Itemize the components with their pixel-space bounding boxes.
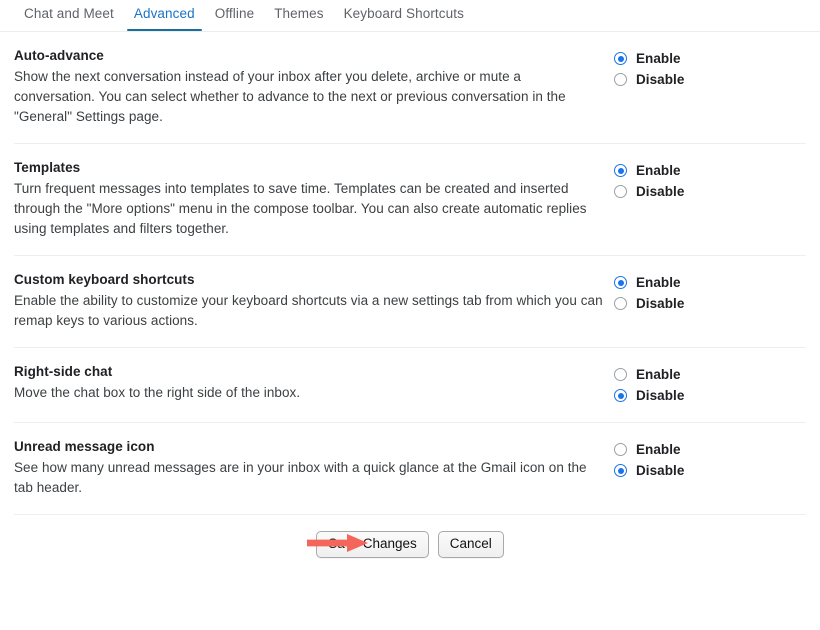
radio-unchecked-icon[interactable] [614,297,627,310]
settings-row-options: Enable Disable [614,438,806,481]
radio-option-custom-keyboard-shortcuts-disable[interactable]: Disable [614,293,806,314]
radio-unchecked-icon[interactable] [614,443,627,456]
settings-row-title: Templates [14,159,604,176]
radio-option-label: Enable [636,276,681,290]
radio-checked-icon[interactable] [614,276,627,289]
radio-option-unread-message-icon-enable[interactable]: Enable [614,439,806,460]
radio-option-right-side-chat-enable[interactable]: Enable [614,364,806,385]
settings-row-unread-message-icon: Unread message icon See how many unread m… [14,423,806,515]
radio-checked-icon[interactable] [614,389,627,402]
radio-option-unread-message-icon-disable[interactable]: Disable [614,460,806,481]
radio-option-label: Enable [636,52,681,66]
right-arrow-annotation-icon [307,533,369,553]
radio-option-label: Enable [636,368,681,382]
tab-themes[interactable]: Themes [264,0,333,32]
settings-row-text: Templates Turn frequent messages into tem… [14,159,614,239]
settings-row-options: Enable Disable [614,159,806,202]
settings-row-options: Enable Disable [614,271,806,314]
settings-row-options: Enable Disable [614,363,806,406]
settings-row-title: Custom keyboard shortcuts [14,271,604,288]
settings-row-text: Custom keyboard shortcuts Enable the abil… [14,271,614,331]
settings-row-description: Show the next conversation instead of yo… [14,67,604,127]
radio-checked-icon[interactable] [614,164,627,177]
settings-section-list: Auto-advance Show the next conversation i… [0,32,820,515]
radio-option-label: Enable [636,443,681,457]
settings-row-right-side-chat: Right-side chat Move the chat box to the … [14,348,806,423]
radio-option-label: Disable [636,73,684,87]
radio-unchecked-icon[interactable] [614,185,627,198]
radio-option-custom-keyboard-shortcuts-enable[interactable]: Enable [614,272,806,293]
settings-row-options: Enable Disable [614,47,806,90]
tab-advanced[interactable]: Advanced [124,0,205,32]
radio-unchecked-icon[interactable] [614,73,627,86]
radio-option-templates-enable[interactable]: Enable [614,160,806,181]
radio-checked-icon[interactable] [614,464,627,477]
radio-option-label: Disable [636,464,684,478]
settings-row-auto-advance: Auto-advance Show the next conversation i… [14,32,806,144]
settings-tab-bar: Chat and MeetAdvancedOfflineThemesKeyboa… [0,0,820,32]
radio-option-templates-disable[interactable]: Disable [614,181,806,202]
settings-row-title: Auto-advance [14,47,604,64]
tab-chat-and-meet[interactable]: Chat and Meet [14,0,124,32]
radio-option-label: Enable [636,164,681,178]
radio-option-label: Disable [636,185,684,199]
radio-option-auto-advance-enable[interactable]: Enable [614,48,806,69]
settings-row-title: Right-side chat [14,363,604,380]
radio-option-right-side-chat-disable[interactable]: Disable [614,385,806,406]
cancel-button[interactable]: Cancel [438,531,504,558]
settings-row-text: Auto-advance Show the next conversation i… [14,47,614,127]
radio-option-label: Disable [636,389,684,403]
tab-keyboard-shortcuts[interactable]: Keyboard Shortcuts [334,0,474,32]
radio-checked-icon[interactable] [614,52,627,65]
settings-row-custom-keyboard-shortcuts: Custom keyboard shortcuts Enable the abil… [14,256,806,348]
settings-row-text: Right-side chat Move the chat box to the … [14,363,614,403]
settings-footer: Save Changes Cancel [0,515,820,558]
settings-row-description: Move the chat box to the right side of t… [14,383,604,403]
radio-unchecked-icon[interactable] [614,368,627,381]
settings-row-description: See how many unread messages are in your… [14,458,604,498]
settings-row-text: Unread message icon See how many unread m… [14,438,614,498]
settings-row-description: Turn frequent messages into templates to… [14,179,604,239]
settings-row-title: Unread message icon [14,438,604,455]
tab-offline[interactable]: Offline [205,0,264,32]
radio-option-auto-advance-disable[interactable]: Disable [614,69,806,90]
radio-option-label: Disable [636,297,684,311]
settings-row-description: Enable the ability to customize your key… [14,291,604,331]
settings-row-templates: Templates Turn frequent messages into tem… [14,144,806,256]
